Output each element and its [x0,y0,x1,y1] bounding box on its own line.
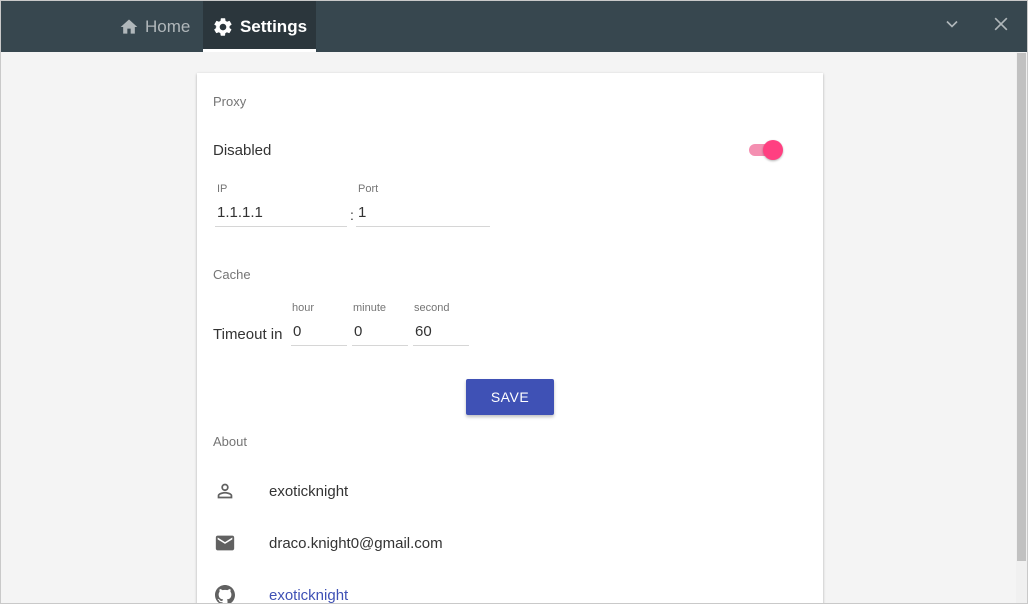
port-field[interactable] [356,200,494,227]
ip-field[interactable] [215,200,351,227]
about-section-title: About [213,434,247,449]
home-icon [119,17,139,37]
about-email: draco.knight0@gmail.com [269,534,443,552]
timeout-label: Timeout in [213,326,283,343]
person-icon [213,479,237,503]
port-input[interactable] [356,200,494,224]
toggle-thumb [763,140,783,160]
minute-input[interactable] [352,319,412,343]
chevron-down-icon [942,14,962,39]
ip-label: IP [217,183,228,195]
cache-section-title: Cache [213,267,251,282]
minute-field[interactable] [352,319,412,346]
proxy-section-title: Proxy [213,94,247,109]
minute-label: minute [353,302,387,314]
tab-home[interactable]: Home [119,1,190,52]
close-icon [991,14,1011,39]
about-github-link[interactable]: exoticknight [269,587,348,604]
ip-port-separator: : [350,207,354,223]
title-bar: Home Settings [1,1,1027,52]
second-field[interactable] [413,319,473,346]
email-icon [213,531,237,555]
close-button[interactable] [989,14,1013,38]
proxy-toggle[interactable] [749,139,785,161]
hour-field[interactable] [291,319,351,346]
settings-card: Proxy Disabled IP : Port Cache Timeout i… [197,73,823,603]
hour-label: hour [292,302,315,314]
minimize-button[interactable] [940,14,964,38]
hour-input[interactable] [291,319,351,343]
about-username: exoticknight [269,482,349,500]
app-window: Home Settings Proxy Disabled IP 1.1.1.1 … [0,0,1028,604]
ip-input[interactable] [215,200,351,224]
about-email-row: draco.knight0@gmail.com [213,531,443,555]
about-username-row: exoticknight [213,479,348,503]
tab-home-label: Home [145,16,191,36]
tab-settings-label: Settings [239,16,308,36]
tab-settings[interactable]: Settings [203,1,316,52]
github-icon [213,583,237,603]
about-github-row: exoticknight [213,583,348,603]
second-label: second [414,302,450,314]
scrollbar-thumb[interactable] [1017,53,1026,561]
proxy-status-label: Disabled [213,142,272,159]
second-input[interactable] [413,319,473,343]
save-button[interactable]: SAVE [466,379,554,415]
port-label: Port [358,183,379,195]
gear-icon [212,16,234,38]
